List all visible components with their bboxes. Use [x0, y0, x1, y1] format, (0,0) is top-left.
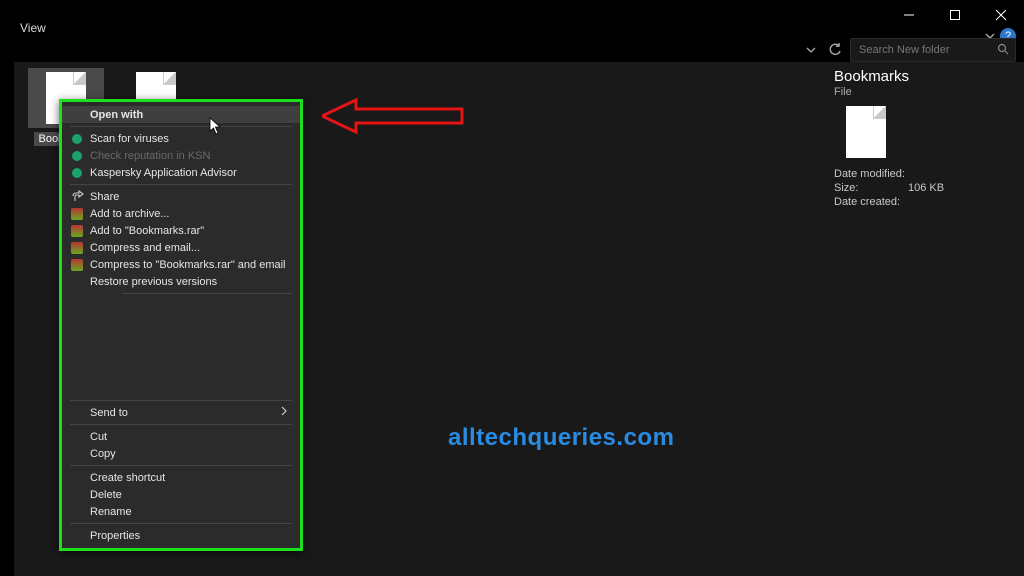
menu-properties[interactable]: Properties	[62, 527, 300, 544]
menu-bar: View	[10, 18, 56, 38]
details-title: Bookmarks	[834, 68, 1010, 85]
details-type: File	[834, 86, 1010, 98]
menu-separator	[70, 424, 292, 425]
menu-kaspersky-advisor[interactable]: Kaspersky Application Advisor	[62, 164, 300, 181]
menu-add-archive[interactable]: Add to archive...	[62, 205, 300, 222]
search-icon	[997, 43, 1009, 58]
menu-check-reputation[interactable]: Check reputation in KSN	[62, 147, 300, 164]
menu-separator	[70, 523, 292, 524]
menu-send-to[interactable]: Send to	[62, 404, 300, 421]
watermark-text: alltechqueries.com	[448, 424, 674, 452]
archive-icon	[70, 207, 84, 221]
menu-blank-region	[62, 297, 300, 397]
menu-compress-email[interactable]: Compress and email...	[62, 239, 300, 256]
menu-separator	[122, 293, 292, 294]
menu-scan-viruses[interactable]: Scan for viruses	[62, 130, 300, 147]
search-input[interactable]	[857, 43, 981, 57]
antivirus-icon	[70, 132, 84, 146]
details-size: Size: 106 KB	[834, 182, 1010, 194]
archive-icon	[70, 258, 84, 272]
menu-rename[interactable]: Rename	[62, 503, 300, 520]
search-box[interactable]	[850, 38, 1016, 62]
details-preview-icon	[846, 106, 886, 158]
share-icon	[70, 190, 84, 204]
menu-restore-previous[interactable]: Restore previous versions	[62, 273, 300, 290]
menu-share[interactable]: Share	[62, 188, 300, 205]
details-date-created: Date created:	[834, 196, 1010, 208]
title-bar	[0, 0, 1024, 30]
maximize-button[interactable]	[932, 0, 978, 30]
details-pane: Bookmarks File Date modified: Size: 106 …	[834, 68, 1010, 210]
menu-add-bookmarks-rar[interactable]: Add to "Bookmarks.rar"	[62, 222, 300, 239]
refresh-button[interactable]	[826, 41, 844, 59]
view-options-chevron-icon[interactable]	[802, 41, 820, 59]
chevron-right-icon	[280, 406, 288, 419]
toolbar	[0, 38, 1024, 62]
menu-separator	[70, 465, 292, 466]
menu-delete[interactable]: Delete	[62, 486, 300, 503]
context-menu: Open with Scan for viruses Check reputat…	[59, 99, 303, 551]
menu-compress-bookmarks-email[interactable]: Compress to "Bookmarks.rar" and email	[62, 256, 300, 273]
menu-open-with[interactable]: Open with	[62, 106, 300, 123]
menu-create-shortcut[interactable]: Create shortcut	[62, 469, 300, 486]
menu-cut[interactable]: Cut	[62, 428, 300, 445]
menu-separator	[70, 184, 292, 185]
close-button[interactable]	[978, 0, 1024, 30]
details-date-modified: Date modified:	[834, 168, 1010, 180]
minimize-button[interactable]	[886, 0, 932, 30]
window-controls	[886, 0, 1024, 30]
archive-icon	[70, 241, 84, 255]
menu-separator	[70, 400, 292, 401]
view-tab[interactable]: View	[10, 19, 56, 37]
archive-icon	[70, 224, 84, 238]
menu-separator	[70, 126, 292, 127]
antivirus-icon	[70, 166, 84, 180]
antivirus-icon	[70, 149, 84, 163]
menu-copy[interactable]: Copy	[62, 445, 300, 462]
